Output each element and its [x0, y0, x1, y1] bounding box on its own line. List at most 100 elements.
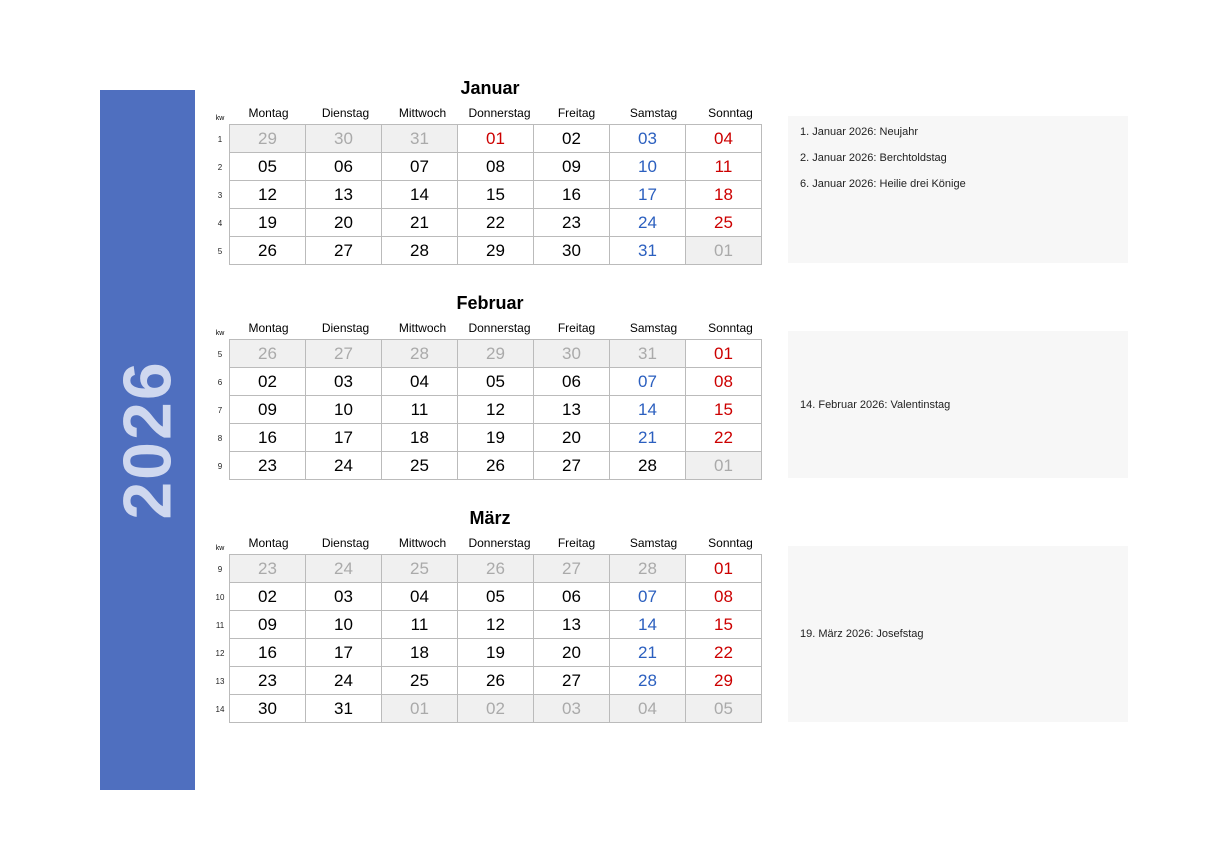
month-block: JanuarkwMontagDienstagMittwochDonnerstag…: [210, 78, 1130, 265]
day-cell: 04: [609, 694, 686, 723]
day-cell: 22: [685, 638, 762, 667]
week-row: 526272829303101: [210, 237, 770, 265]
day-cell: 28: [381, 339, 458, 368]
day-cell: 08: [685, 367, 762, 396]
weekday-header: Freitag: [538, 103, 615, 125]
day-cell: 21: [381, 208, 458, 237]
kw-cell: 2: [210, 153, 230, 181]
holiday-note: 2. Januar 2026: Berchtoldstag: [800, 152, 1116, 164]
weekday-header: Sonntag: [692, 318, 769, 340]
day-cell: 18: [381, 423, 458, 452]
day-cell: 04: [685, 124, 762, 153]
month-block: FebruarkwMontagDienstagMittwochDonnersta…: [210, 293, 1130, 480]
day-cell: 01: [457, 124, 534, 153]
holiday-notes: 1. Januar 2026: Neujahr2. Januar 2026: B…: [788, 116, 1128, 263]
day-cell: 30: [533, 339, 610, 368]
day-cell: 04: [381, 367, 458, 396]
week-row: 816171819202122: [210, 424, 770, 452]
day-cell: 13: [533, 610, 610, 639]
day-cell: 14: [381, 180, 458, 209]
day-cell: 11: [685, 152, 762, 181]
day-cell: 12: [457, 395, 534, 424]
day-cell: 24: [305, 451, 382, 480]
kw-cell: 4: [210, 209, 230, 237]
months-container: Januar kwMontagDienstagMittwochDonnerstag…: [210, 78, 1130, 751]
day-cell: 01: [685, 451, 762, 480]
kw-cell: 5: [210, 237, 230, 265]
week-row: 1109101112131415: [210, 611, 770, 639]
weekday-header: Freitag: [538, 318, 615, 340]
day-cell: 19: [457, 638, 534, 667]
day-cell: 25: [685, 208, 762, 237]
weekday-header: Donnerstag: [461, 103, 538, 125]
weekday-header: Dienstag: [307, 533, 384, 555]
day-cell: 30: [305, 124, 382, 153]
day-cell: 07: [609, 582, 686, 611]
day-cell: 16: [229, 423, 306, 452]
day-cell: 15: [457, 180, 534, 209]
kw-cell: 1: [210, 125, 230, 153]
day-cell: 17: [305, 638, 382, 667]
day-cell: 02: [457, 694, 534, 723]
day-cell: 02: [533, 124, 610, 153]
day-cell: 23: [533, 208, 610, 237]
day-cell: 21: [609, 638, 686, 667]
kw-cell: 6: [210, 368, 230, 396]
day-cell: 30: [229, 694, 306, 723]
day-cell: 12: [229, 180, 306, 209]
day-cell: 01: [685, 236, 762, 265]
day-cell: 03: [305, 582, 382, 611]
weekday-header: Samstag: [615, 103, 692, 125]
day-cell: 05: [457, 367, 534, 396]
day-cell: 04: [381, 582, 458, 611]
weekday-header: Freitag: [538, 533, 615, 555]
day-cell: 31: [609, 339, 686, 368]
day-cell: 18: [381, 638, 458, 667]
day-cell: 09: [533, 152, 610, 181]
day-cell: 05: [685, 694, 762, 723]
weekday-header-row: kwMontagDienstagMittwochDonnerstagFreita…: [210, 533, 770, 555]
kw-cell: 7: [210, 396, 230, 424]
kw-cell: 13: [210, 667, 230, 695]
day-cell: 10: [609, 152, 686, 181]
day-cell: 26: [457, 451, 534, 480]
day-cell: 29: [229, 124, 306, 153]
day-cell: 11: [381, 395, 458, 424]
holiday-note: 14. Februar 2026: Valentinstag: [800, 399, 1116, 411]
weekday-header: Dienstag: [307, 318, 384, 340]
week-row: 1323242526272829: [210, 667, 770, 695]
week-row: 1430310102030405: [210, 695, 770, 723]
day-cell: 10: [305, 610, 382, 639]
day-cell: 01: [685, 554, 762, 583]
kw-cell: 12: [210, 639, 230, 667]
day-cell: 07: [609, 367, 686, 396]
holiday-notes: 19. März 2026: Josefstag: [788, 546, 1128, 722]
calendar-side: FebruarkwMontagDienstagMittwochDonnersta…: [210, 293, 770, 480]
month-title: Januar: [210, 78, 770, 99]
day-cell: 25: [381, 554, 458, 583]
kw-cell: 14: [210, 695, 230, 723]
weekday-header: Dienstag: [307, 103, 384, 125]
week-row: 602030405060708: [210, 368, 770, 396]
day-cell: 06: [533, 367, 610, 396]
day-cell: 27: [533, 554, 610, 583]
day-cell: 22: [685, 423, 762, 452]
day-cell: 28: [609, 554, 686, 583]
day-cell: 03: [533, 694, 610, 723]
weekday-header: Montag: [230, 103, 307, 125]
month-block: MärzkwMontagDienstagMittwochDonnerstagFr…: [210, 508, 1130, 723]
day-cell: 06: [305, 152, 382, 181]
day-cell: 23: [229, 554, 306, 583]
day-cell: 02: [229, 367, 306, 396]
weekday-header: Montag: [230, 533, 307, 555]
day-cell: 23: [229, 666, 306, 695]
day-cell: 27: [305, 339, 382, 368]
day-cell: 12: [457, 610, 534, 639]
weekday-header: Mittwoch: [384, 318, 461, 340]
day-cell: 15: [685, 610, 762, 639]
day-cell: 15: [685, 395, 762, 424]
week-row: 205060708091011: [210, 153, 770, 181]
month-title: Februar: [210, 293, 770, 314]
day-cell: 25: [381, 451, 458, 480]
kw-cell: 11: [210, 611, 230, 639]
